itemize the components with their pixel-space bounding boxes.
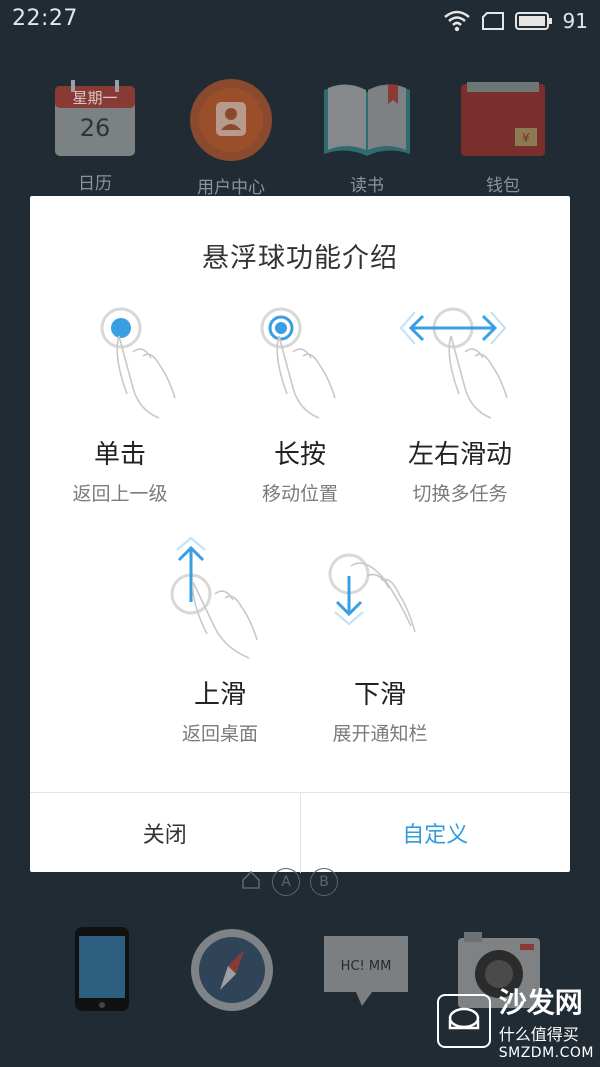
status-bar: 22:27 91 [0, 0, 600, 44]
sofa-logo-icon [436, 994, 491, 1048]
phone-icon [75, 927, 129, 1011]
app-label: 用户中心 [197, 178, 265, 198]
dialog-title: 悬浮球功能介绍 [202, 243, 398, 274]
dialog-footer: 关闭 自定义 [30, 792, 570, 873]
app-label: 钱包 [486, 176, 520, 196]
gesture-swipe-horizontal: 左右滑动 切换多任务 [375, 296, 545, 506]
calendar-weekday: 星期一 [72, 89, 117, 107]
gesture-long-press: 长按 移动位置 [215, 296, 385, 506]
compass-icon [191, 929, 273, 1011]
home-page-icon[interactable] [240, 869, 262, 895]
gesture-name: 单击 [93, 440, 146, 470]
watermark-url: SMZDM.COM [498, 1045, 594, 1061]
gesture-desc: 返回上一级 [72, 483, 168, 505]
swipe-up-icon [170, 536, 258, 659]
gesture-desc: 返回桌面 [181, 723, 258, 745]
gesture-desc: 展开通知栏 [332, 723, 428, 745]
gesture-desc: 切换多任务 [412, 483, 508, 505]
screen-icon [481, 11, 505, 31]
gesture-desc: 移动位置 [261, 483, 338, 505]
gesture-name: 下滑 [353, 680, 406, 710]
gesture-swipe-down: 下滑 展开通知栏 [295, 536, 465, 746]
notes-text: HC! MM [341, 959, 392, 974]
floating-ball-intro-dialog: 悬浮球功能介绍 单击 返回上一级 长按 移动位置 左右滑动 切换多任务 上滑 返… [30, 196, 570, 873]
calendar-icon: 星期一 26 [55, 80, 135, 156]
app-wallet[interactable]: ¥ 钱包 [448, 80, 558, 196]
page-dot-b[interactable]: B [310, 868, 338, 896]
page-dot-a[interactable]: A [272, 868, 300, 896]
dock-browser[interactable] [190, 928, 274, 1016]
app-reading[interactable]: 读书 [312, 80, 422, 196]
watermark-subtitle: 什么值得买 [498, 1025, 579, 1044]
book-icon [324, 84, 410, 156]
swipe-horizontal-icon [399, 307, 508, 419]
gesture-name: 上滑 [193, 680, 246, 710]
app-label: 读书 [350, 176, 384, 196]
watermark-title: 沙发网 [498, 986, 583, 1019]
swipe-down-icon [328, 553, 416, 633]
wifi-icon [443, 10, 471, 32]
status-time: 22:27 [12, 6, 78, 31]
app-user-center[interactable]: 用户中心 [176, 78, 286, 198]
gesture-single-tap: 单击 返回上一级 [35, 296, 205, 506]
app-calendar[interactable]: 星期一 26 日历 [40, 80, 150, 194]
gesture-swipe-up: 上滑 返回桌面 [135, 536, 305, 746]
long-press-gesture-icon [260, 307, 336, 419]
tap-gesture-icon [100, 307, 176, 419]
svg-text:¥: ¥ [522, 131, 530, 145]
calendar-day: 26 [80, 114, 111, 142]
dock-phone[interactable] [74, 926, 130, 1016]
customize-button[interactable]: 自定义 [301, 793, 571, 873]
user-center-icon [190, 79, 272, 161]
watermark: 沙发网 什么值得买 SMZDM.COM [436, 981, 594, 1061]
gesture-name: 左右滑动 [407, 440, 512, 470]
notes-icon: HC! MM [324, 936, 408, 1006]
battery-level: 91 [562, 9, 588, 33]
wallet-icon: ¥ [461, 82, 545, 156]
battery-icon [514, 11, 553, 31]
app-label: 日历 [78, 174, 112, 194]
dock-notes[interactable]: HC! MM [322, 932, 410, 1012]
gesture-name: 长按 [273, 440, 326, 470]
close-button[interactable]: 关闭 [30, 793, 301, 873]
page-indicator: A B [240, 868, 338, 896]
